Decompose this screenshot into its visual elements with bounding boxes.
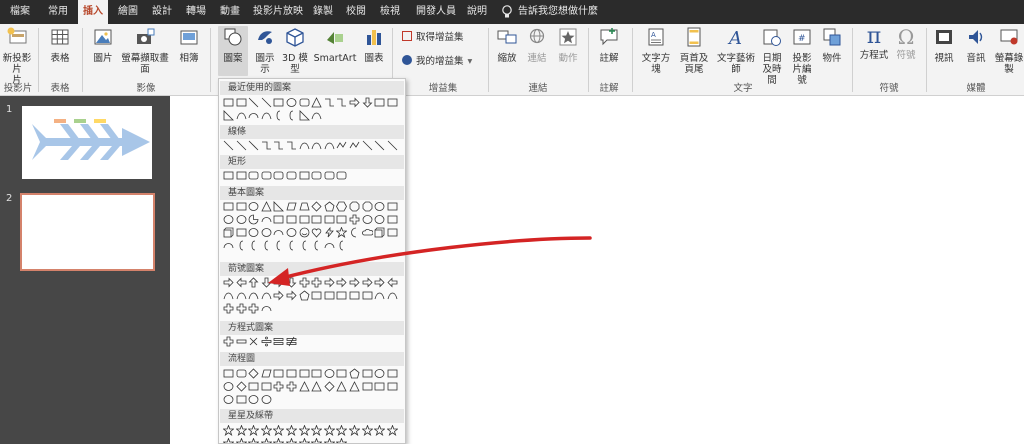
red-annotation-arrow xyxy=(268,236,592,286)
